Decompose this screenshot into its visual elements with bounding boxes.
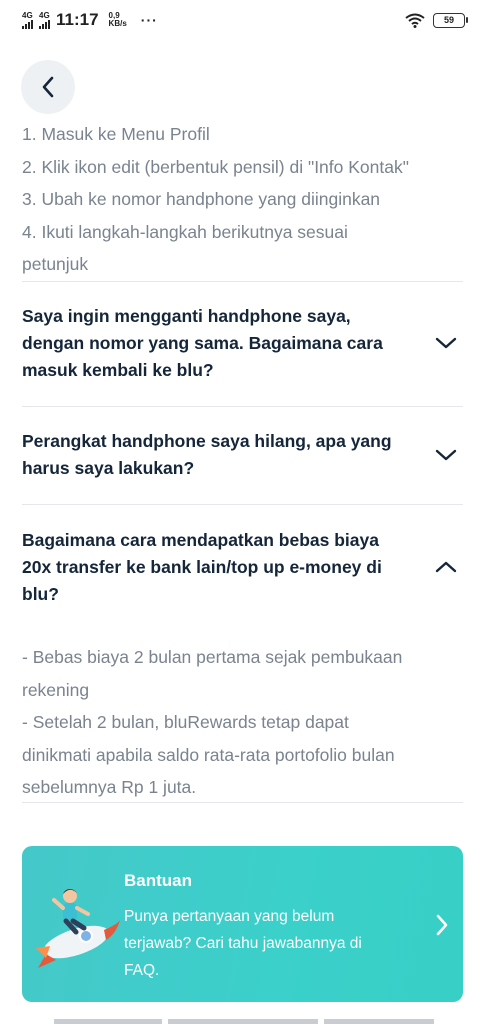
steps-list: 1. Masuk ke Menu Profil 2. Klik ikon edi… xyxy=(22,118,467,281)
partial-element xyxy=(168,1019,318,1024)
faq-question: Perangkat handphone saya hilang, apa yan… xyxy=(22,428,422,482)
step-line: petunjuk xyxy=(22,254,89,274)
faq-question-line: harus saya lakukan? xyxy=(22,458,195,478)
help-card-text-line: Punya pertanyaan yang belum xyxy=(124,908,335,925)
answer-line: dinikmati apabila saldo rata-rata portof… xyxy=(22,744,395,765)
battery-icon: 59 xyxy=(433,12,468,28)
faq-question-line: masuk kembali ke blu? xyxy=(22,360,214,380)
status-time: 11:17 xyxy=(56,10,99,29)
faq-question: Bagaimana cara mendapatkan bebas biaya 2… xyxy=(22,527,422,608)
help-card-text-line: FAQ. xyxy=(124,962,160,979)
divider xyxy=(22,802,463,803)
answer-line: sebelumnya Rp 1 juta. xyxy=(22,777,197,797)
answer-line: - Bebas biaya 2 bulan pertama sejak pemb… xyxy=(22,647,403,667)
step-line: 4. Ikuti langkah-langkah berikutnya sesu… xyxy=(22,221,348,242)
faq-question-line: blu? xyxy=(22,584,59,604)
partial-element xyxy=(54,1019,162,1024)
help-card-text: Punya pertanyaan yang belum terjawab? Ca… xyxy=(124,903,414,984)
divider xyxy=(22,281,463,282)
divider xyxy=(22,406,463,407)
wifi-icon xyxy=(405,13,425,28)
answer-line: - Setelah 2 bulan, bluRewards tetap dapa… xyxy=(22,712,349,732)
help-card-title: Bantuan xyxy=(124,871,192,890)
status-bar: 4G 4G 11:17 0,9 KB/s ··· 59 xyxy=(0,0,485,40)
back-button[interactable] xyxy=(21,60,75,114)
battery-level: 59 xyxy=(443,15,454,25)
faq-question: Saya ingin mengganti handphone saya, den… xyxy=(22,303,422,384)
faq-item-change-phone-same-number[interactable]: Saya ingin mengganti handphone saya, den… xyxy=(22,303,467,384)
faq-question-line: Saya ingin mengganti handphone saya, xyxy=(22,306,351,326)
network-type-2: 4G xyxy=(39,10,50,20)
status-left: 4G 4G 11:17 0,9 KB/s ··· xyxy=(22,10,158,30)
chevron-left-icon xyxy=(42,76,54,98)
signal-2: 4G xyxy=(39,10,50,29)
faq-item-free-transfer[interactable]: Bagaimana cara mendapatkan bebas biaya 2… xyxy=(22,527,467,608)
chevron-down-icon[interactable] xyxy=(435,336,457,350)
status-right: 59 xyxy=(405,12,468,28)
faq-answer: - Bebas biaya 2 bulan pertama sejak pemb… xyxy=(22,641,467,804)
network-speed: 0,9 KB/s xyxy=(109,12,127,28)
chevron-down-icon[interactable] xyxy=(435,448,457,462)
network-type-1: 4G xyxy=(22,10,33,20)
signal-1: 4G xyxy=(22,10,33,29)
more-notifications-icon: ··· xyxy=(140,12,158,28)
chevron-up-icon[interactable] xyxy=(435,560,457,574)
faq-question-line: dengan nomor yang sama. Bagaimana cara xyxy=(22,333,383,353)
faq-question-line: Perangkat handphone saya hilang, apa yan… xyxy=(22,431,392,451)
faq-question-line: 20x transfer ke bank lain/top up e-money… xyxy=(22,557,382,577)
step-line: 3. Ubah ke nomor handphone yang diingink… xyxy=(22,189,381,209)
bottom-scroll-content xyxy=(54,1019,434,1024)
divider xyxy=(22,504,463,505)
signal-bars-icon xyxy=(22,19,33,29)
signal-bars-icon xyxy=(39,19,50,29)
step-line: 1. Masuk ke Menu Profil xyxy=(22,124,210,144)
partial-element xyxy=(324,1019,434,1024)
speed-unit: KB/s xyxy=(108,19,127,28)
rocket-rider-illustration-icon xyxy=(36,889,120,968)
faq-question-line: Bagaimana cara mendapatkan bebas biaya xyxy=(22,530,379,550)
help-card-text-line: terjawab? Cari tahu jawabannya di xyxy=(124,935,362,952)
answer-line: rekening xyxy=(22,679,90,700)
help-card[interactable]: Bantuan Punya pertanyaan yang belum terj… xyxy=(22,846,463,1002)
step-line: 2. Klik ikon edit (berbentuk pensil) di … xyxy=(22,156,409,177)
faq-item-lost-phone[interactable]: Perangkat handphone saya hilang, apa yan… xyxy=(22,428,467,482)
chevron-right-icon xyxy=(436,914,448,936)
